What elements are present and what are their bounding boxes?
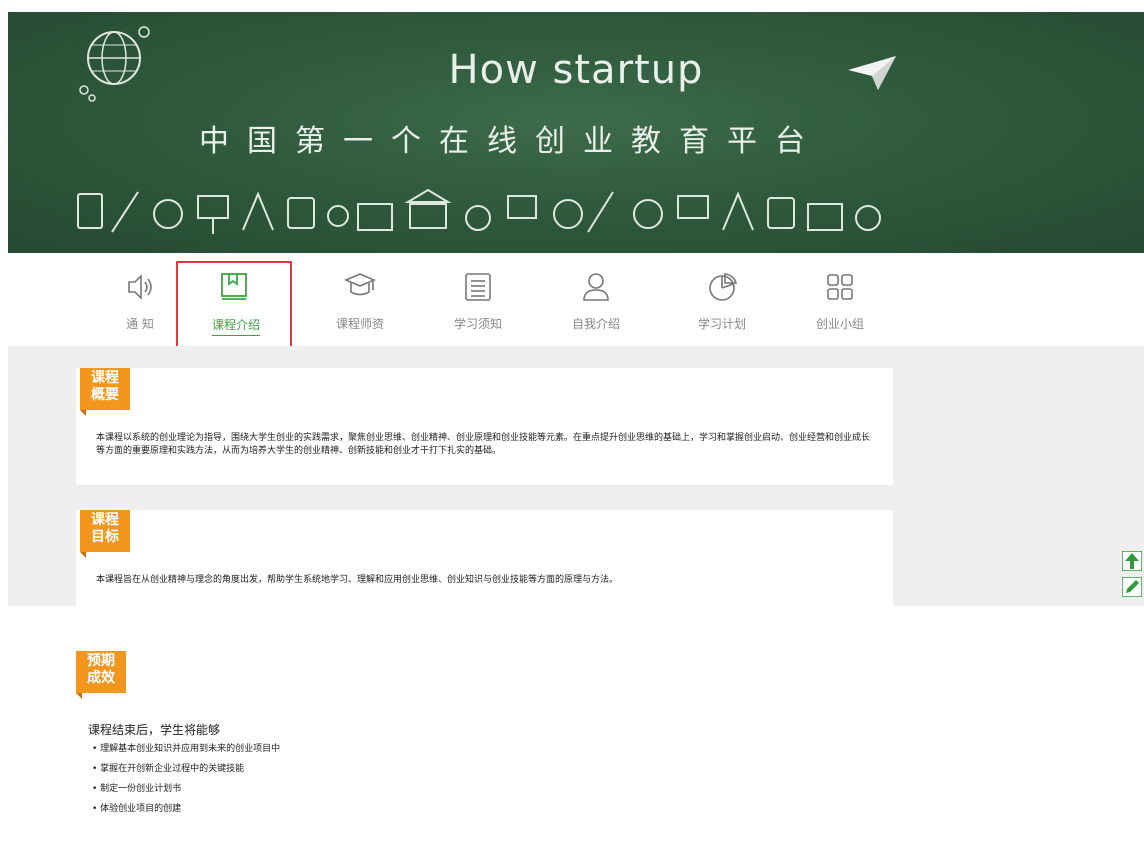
book-icon — [221, 273, 247, 300]
banner-title-en: How startup — [448, 47, 704, 93]
user-icon — [583, 273, 609, 301]
outcome-tag-line1: 预期 — [87, 653, 115, 669]
goal-tag: 课程 目标 — [80, 510, 130, 558]
graduation-cap-icon — [343, 273, 377, 296]
outcome-list: 理解基本创业知识并应用到未来的创业项目中 掌握在开创新企业过程中的关键技能 制定… — [92, 739, 280, 819]
nav-item-self-intro[interactable]: 自我介绍 — [538, 262, 654, 352]
arrow-up-icon[interactable] — [1122, 551, 1142, 571]
goal-card: 课程 目标 本课程旨在从创业精神与理念的角度出发，帮助学生系统地学习、理解和应用… — [76, 510, 893, 606]
nav-item-study-notes[interactable]: 学习须知 — [420, 262, 536, 352]
nav-label-course-intro: 课程介绍 — [212, 316, 260, 336]
pie-chart-icon — [709, 273, 738, 301]
course-nav: 通 知 课程介绍 课程师资 学习须知 自我介绍 学习计划 创业小组 — [82, 261, 902, 357]
list-item: 理解基本创业知识并应用到未来的创业项目中 — [92, 739, 280, 759]
nav-label-study-plan: 学习计划 — [697, 317, 746, 331]
banner-title-cn: 中国第一个在线创业教育平台 — [199, 124, 823, 159]
overview-card: 课程 概要 本课程以系统的创业理论为指导，围绕大学生创业的实践需求，聚焦创业思维… — [76, 368, 893, 485]
chalk-doodles-icon — [77, 188, 881, 234]
list-item: 掌握在开创新企业过程中的关键技能 — [92, 759, 280, 779]
goal-text: 本课程旨在从创业精神与理念的角度出发，帮助学生系统地学习、理解和应用创业思维、创… — [96, 575, 619, 585]
nav-label-self-intro: 自我介绍 — [571, 317, 620, 331]
nav-item-course-intro[interactable]: 课程介绍 — [176, 261, 292, 357]
outcome-intro: 课程结束后，学生将能够 — [88, 723, 221, 737]
goal-tag-line2: 目标 — [91, 529, 119, 545]
overview-text: 本课程以系统的创业理论为指导，围绕大学生创业的实践需求，聚焦创业思维、创业精神、… — [96, 433, 871, 456]
overview-tag-line1: 课程 — [91, 370, 119, 386]
nav-label-study-notes: 学习须知 — [453, 317, 502, 331]
nav-item-faculty[interactable]: 课程师资 — [302, 262, 418, 352]
nav-label-faculty: 课程师资 — [335, 317, 384, 331]
nav-item-study-plan[interactable]: 学习计划 — [664, 262, 780, 352]
goal-tag-line1: 课程 — [91, 512, 119, 528]
list-item: 制定一份创业计划书 — [92, 779, 280, 799]
overview-tag-line2: 概要 — [91, 387, 119, 403]
pencil-icon[interactable] — [1122, 577, 1142, 597]
nav-item-startup-group[interactable]: 创业小组 — [782, 262, 898, 352]
header-banner: How startup 中国第一个在线创业教育平台 — [8, 12, 1144, 253]
list-item: 体验创业项目的创建 — [92, 799, 280, 819]
outcome-tag-line2: 成效 — [87, 670, 115, 686]
speaker-icon — [128, 274, 152, 300]
overview-tag: 课程 概要 — [80, 368, 130, 416]
paper-plane-icon — [848, 56, 896, 90]
nav-label-startup-group: 创业小组 — [815, 317, 864, 331]
outcome-tag: 预期 成效 — [76, 651, 126, 699]
outcome-card: 预期 成效 课程结束后，学生将能够 理解基本创业知识并应用到未来的创业项目中 掌… — [64, 651, 918, 853]
list-icon — [465, 273, 491, 301]
grid-icon — [827, 274, 853, 300]
